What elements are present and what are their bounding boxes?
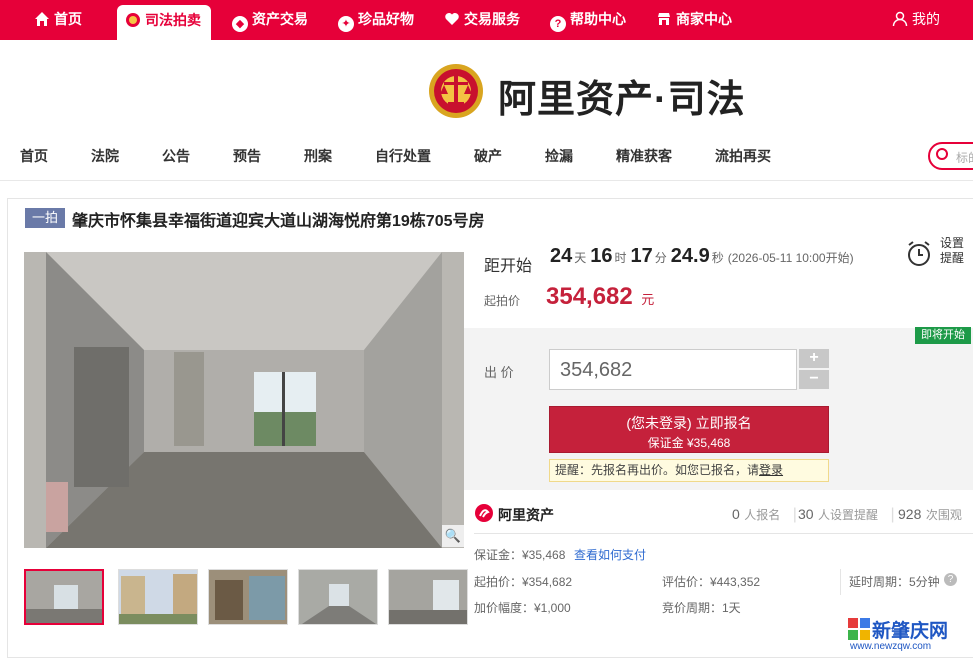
deposit: 保证金：¥35,468 xyxy=(474,548,566,562)
shop-icon xyxy=(656,11,672,27)
top-nav: 首页 司法拍卖 ◆ 资产交易 ✦ 珍品好物 交易服务 ? 帮助中心 商家中心 我的 xyxy=(0,0,973,40)
search-input[interactable]: 标的 xyxy=(928,142,973,170)
brand-name: 阿里资产·司法 xyxy=(498,79,746,121)
topnav-help[interactable]: ? 帮助中心 xyxy=(550,0,626,40)
countdown: 24 天 16 时 17 分 24.9 秒 (2026-05-11 10:00开始) xyxy=(550,245,854,267)
login-hint: 提醒：先报名再出价。如您已报名，请登录 xyxy=(549,459,829,482)
appraisal-price: 评估价：¥443,352 xyxy=(662,575,761,589)
topnav-home[interactable]: 首页 xyxy=(34,0,82,40)
thumbnail[interactable] xyxy=(118,569,198,625)
cat-precise-leads[interactable]: 精准获客 xyxy=(616,146,672,166)
status-badge: 即将开始 xyxy=(915,327,971,344)
bid-input[interactable]: 354,682 xyxy=(549,349,797,390)
round-tag: 一拍 xyxy=(25,208,65,228)
signup-count: 0 xyxy=(732,506,740,522)
site-watermark: 新肇庆网 www.newzqw.com xyxy=(848,616,968,656)
alarm-clock-icon xyxy=(906,240,932,273)
increase-bid-button[interactable]: + xyxy=(799,349,829,368)
cat-bargain[interactable]: 捡漏 xyxy=(545,146,573,166)
details-divider xyxy=(474,533,973,534)
decrease-bid-button[interactable]: − xyxy=(799,370,829,389)
listing-title: 肇庆市怀集县幸福街道迎宾大道山湖海悦府第19栋705号房 xyxy=(72,213,485,230)
topnav-judicial-auction[interactable]: 司法拍卖 xyxy=(117,5,211,40)
countdown-label: 距开始 xyxy=(484,258,533,275)
detail-start-price: 起拍价：¥354,682 xyxy=(474,575,573,589)
topnav-treasures[interactable]: ✦ 珍品好物 xyxy=(338,0,414,40)
start-price-label: 起拍价 xyxy=(484,294,521,308)
thumbnail[interactable] xyxy=(208,569,288,625)
court-emblem-icon xyxy=(428,62,484,120)
cat-bankruptcy[interactable]: 破产 xyxy=(474,146,502,166)
cat-preview[interactable]: 预告 xyxy=(233,146,261,166)
asset-icon: ◆ xyxy=(232,16,248,32)
delay-period: 延时周期：5分钟 xyxy=(849,575,940,589)
bid-cycle: 竞价周期：1天 xyxy=(662,601,741,615)
thumbnail[interactable] xyxy=(298,569,378,625)
header-divider xyxy=(0,180,973,181)
user-icon xyxy=(892,11,908,27)
category-nav: 首页 法院 公告 预告 刑案 自行处置 破产 捡漏 精准获客 流拍再买 xyxy=(0,140,973,172)
search-icon xyxy=(936,148,948,160)
treasure-icon: ✦ xyxy=(338,16,354,32)
start-price: 354,682 元 xyxy=(546,283,655,310)
cat-resale[interactable]: 流拍再买 xyxy=(715,146,771,166)
platform-name: 阿里资产 xyxy=(498,507,554,523)
cat-home[interactable]: 首页 xyxy=(20,146,48,166)
stats-bar: 阿里资产 0 人报名 | 30 人设置提醒 | 928 次围观 xyxy=(464,498,973,534)
topnav-trade-service[interactable]: 交易服务 xyxy=(444,0,520,40)
login-link[interactable]: 登录 xyxy=(759,463,783,477)
heart-icon xyxy=(444,11,460,27)
court-emblem-icon xyxy=(125,12,141,28)
help-circle-icon[interactable]: ? xyxy=(944,573,957,586)
topnav-account[interactable]: 我的 xyxy=(892,0,940,40)
topnav-asset-trade[interactable]: ◆ 资产交易 xyxy=(232,0,308,40)
cat-self-disposal[interactable]: 自行处置 xyxy=(375,146,431,166)
main-photo[interactable] xyxy=(24,252,464,548)
home-icon xyxy=(34,11,50,27)
help-icon: ? xyxy=(550,16,566,32)
start-time-note: (2026-05-11 10:00开始) xyxy=(727,251,854,265)
thumbnail[interactable] xyxy=(24,569,104,625)
cat-court[interactable]: 法院 xyxy=(91,146,119,166)
zoom-icon[interactable]: 🔍 xyxy=(442,525,464,547)
cat-notice[interactable]: 公告 xyxy=(162,146,190,166)
details-divider xyxy=(840,569,841,595)
cat-criminal[interactable]: 刑案 xyxy=(304,146,332,166)
bid-increment: 加价幅度：¥1,000 xyxy=(474,601,571,615)
ali-asset-logo-icon xyxy=(474,503,494,528)
views-count: 928 xyxy=(898,506,922,522)
topnav-merchant[interactable]: 商家中心 xyxy=(656,0,732,40)
remind-count: 30 xyxy=(798,506,814,522)
how-to-pay-link[interactable]: 查看如何支付 xyxy=(574,546,646,563)
register-button[interactable]: (您未登录) 立即报名 保证金 ¥35,468 xyxy=(549,406,829,453)
bid-label: 出 价 xyxy=(484,365,514,380)
thumbnail[interactable] xyxy=(388,569,468,625)
